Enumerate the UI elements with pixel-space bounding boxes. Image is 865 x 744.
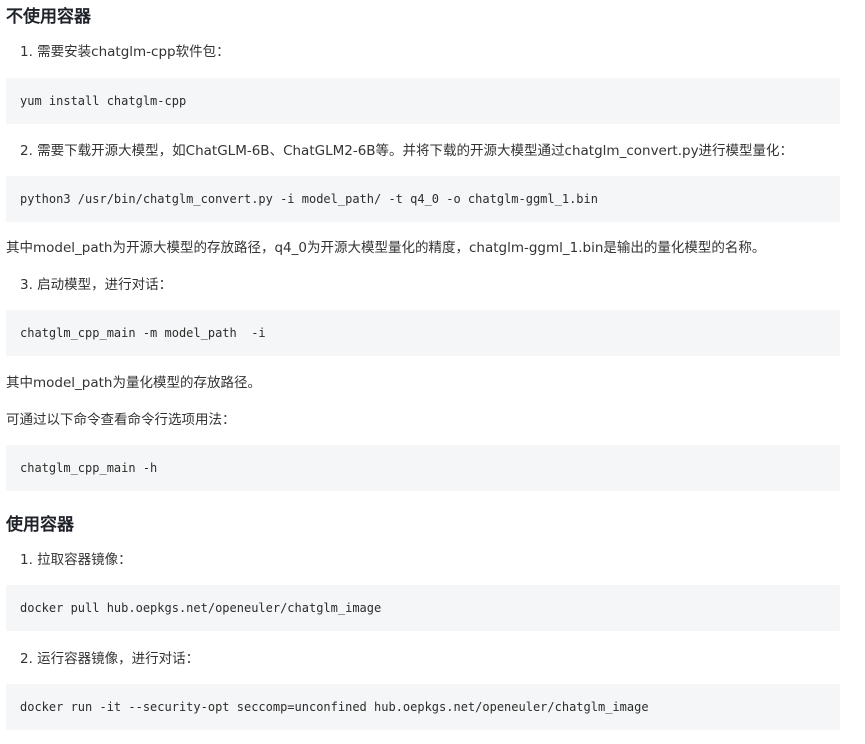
code-block-convert[interactable]: python3 /usr/bin/chatglm_convert.py -i m… (6, 176, 840, 222)
step-install-package: 1. 需要安装chatglm-cpp软件包： (20, 44, 230, 60)
step-download-model: 2. 需要下载开源大模型，如ChatGLM-6B、ChatGLM2-6B等。并将… (20, 143, 794, 159)
heading-no-container: 不使用容器 (6, 7, 91, 27)
code-text: docker run -it --security-opt seccomp=un… (20, 700, 649, 714)
code-text: chatglm_cpp_main -m model_path -i (20, 326, 266, 340)
step-run-image: 2. 运行容器镜像，进行对话： (20, 651, 200, 667)
code-block-help[interactable]: chatglm_cpp_main -h (6, 445, 840, 491)
code-text: docker pull hub.oepkgs.net/openeuler/cha… (20, 601, 382, 615)
code-block-run-main[interactable]: chatglm_cpp_main -m model_path -i (6, 310, 840, 356)
heading-use-container: 使用容器 (6, 515, 74, 535)
code-text: python3 /usr/bin/chatglm_convert.py -i m… (20, 192, 598, 206)
document-page: 不使用容器 1. 需要安装chatglm-cpp软件包： yum install… (0, 0, 865, 744)
code-text: chatglm_cpp_main -h (20, 461, 158, 475)
code-block-docker-pull[interactable]: docker pull hub.oepkgs.net/openeuler/cha… (6, 585, 840, 631)
code-block-docker-run[interactable]: docker run -it --security-opt seccomp=un… (6, 684, 840, 730)
note-quantized-model-path: 其中model_path为量化模型的存放路径。 (6, 375, 261, 391)
step-start-model: 3. 启动模型，进行对话： (20, 277, 173, 293)
code-block-yum-install[interactable]: yum install chatglm-cpp (6, 78, 840, 124)
note-model-path-quantization: 其中model_path为开源大模型的存放路径，q4_0为开源大模型量化的精度，… (6, 240, 766, 256)
step-pull-image: 1. 拉取容器镜像： (20, 552, 132, 568)
code-text: yum install chatglm-cpp (20, 94, 187, 108)
note-help-options: 可通过以下命令查看命令行选项用法： (6, 412, 236, 428)
